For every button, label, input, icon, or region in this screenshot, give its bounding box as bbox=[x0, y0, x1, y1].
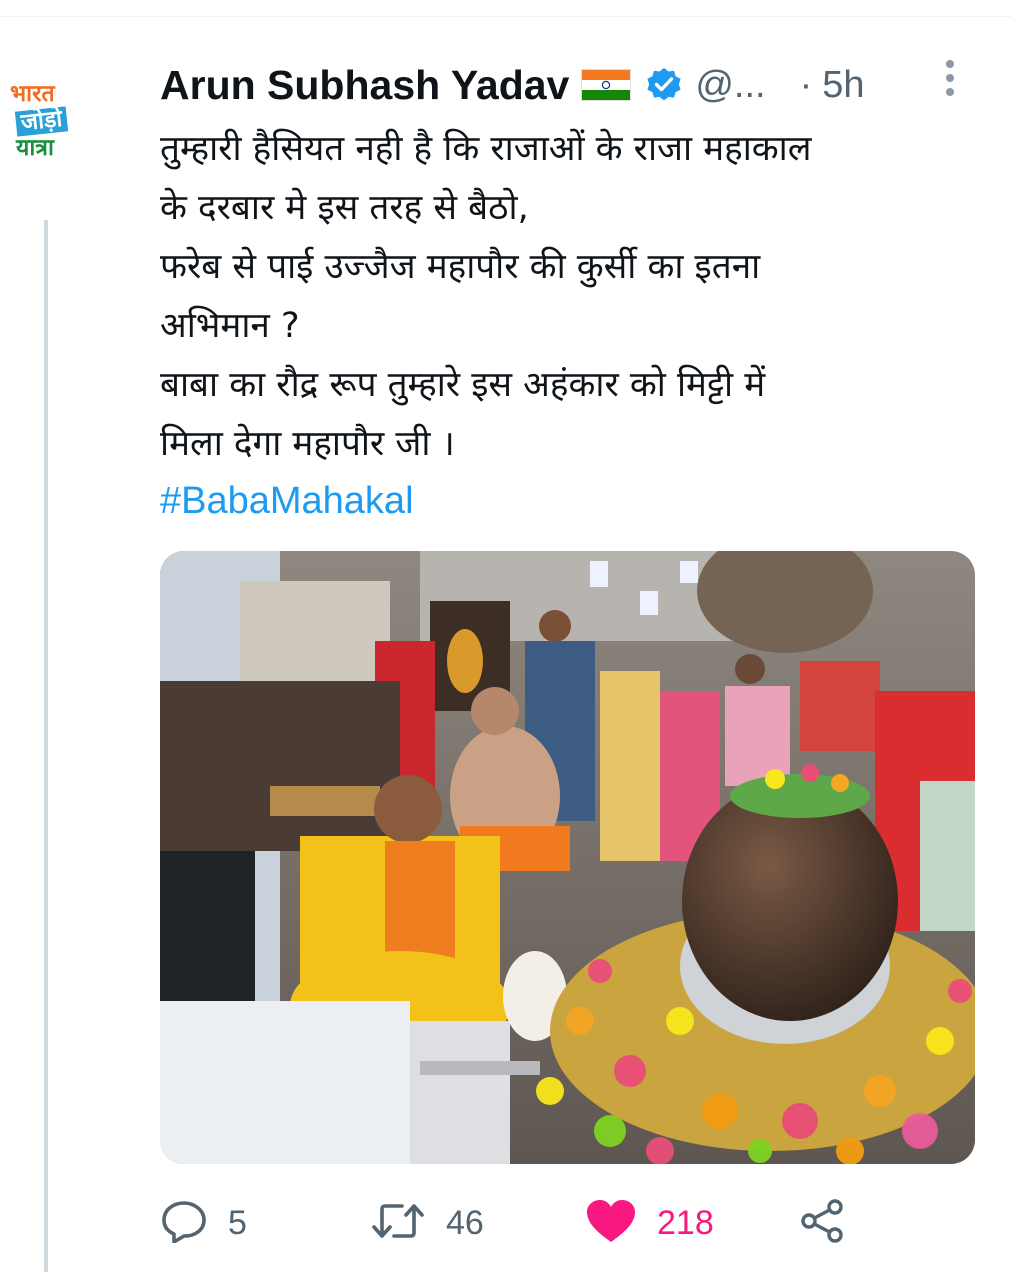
more-options-icon[interactable] bbox=[942, 58, 958, 98]
tweet-text-line: तुम्हारी हैसियत नही है कि राजाओं के राजा… bbox=[160, 129, 812, 169]
share-icon bbox=[800, 1198, 846, 1248]
tweet-text-line: अभिमान ? bbox=[160, 306, 300, 346]
tweet-text-line: फरेब से पाई उज्जैज महापौर की कुर्सी का इ… bbox=[160, 247, 761, 287]
tweet-text-line: के दरबार मे इस तरह से बैठो, bbox=[160, 188, 529, 228]
retweet-button[interactable]: 46 bbox=[370, 1195, 484, 1251]
reply-button[interactable]: 5 bbox=[160, 1195, 247, 1251]
reply-count: 5 bbox=[228, 1203, 247, 1242]
separator-dot: · bbox=[799, 63, 813, 106]
top-divider bbox=[0, 0, 1011, 17]
timestamp[interactable]: 5h bbox=[822, 64, 864, 107]
verified-badge-icon bbox=[645, 66, 683, 104]
reply-icon bbox=[160, 1199, 208, 1247]
logo-line-3: यात्रा bbox=[16, 135, 54, 161]
logo-line-1: भारत bbox=[10, 81, 55, 107]
author-name[interactable]: Arun Subhash Yadav bbox=[160, 62, 569, 109]
tweet-text-line: बाबा का रौद्र रूप तुम्हारे इस अहंकार को … bbox=[160, 365, 766, 405]
action-bar: 5 46 218 bbox=[160, 1195, 860, 1251]
tweet-text: तुम्हारी हैसियत नही है कि राजाओं के राजा… bbox=[160, 120, 990, 474]
heart-icon bbox=[585, 1198, 637, 1248]
share-button[interactable] bbox=[800, 1195, 846, 1251]
like-button[interactable]: 218 bbox=[585, 1195, 714, 1251]
logo-line-2: जोड़ो bbox=[14, 106, 69, 137]
tweet-header: Arun Subhash Yadav @... · 5h bbox=[160, 60, 865, 110]
retweet-count: 46 bbox=[446, 1203, 484, 1242]
author-handle[interactable]: @... bbox=[695, 64, 765, 107]
hashtag-link[interactable]: #BabaMahakal bbox=[160, 480, 414, 523]
tweet-media-photo[interactable] bbox=[160, 551, 975, 1164]
retweet-icon bbox=[370, 1199, 426, 1247]
like-count: 218 bbox=[657, 1203, 714, 1242]
thread-line bbox=[44, 220, 48, 1272]
india-flag-icon bbox=[581, 69, 632, 101]
tweet-text-line: मिला देगा महापौर जी । bbox=[160, 424, 455, 464]
avatar[interactable]: भारत जोड़ो यात्रा bbox=[10, 82, 96, 180]
